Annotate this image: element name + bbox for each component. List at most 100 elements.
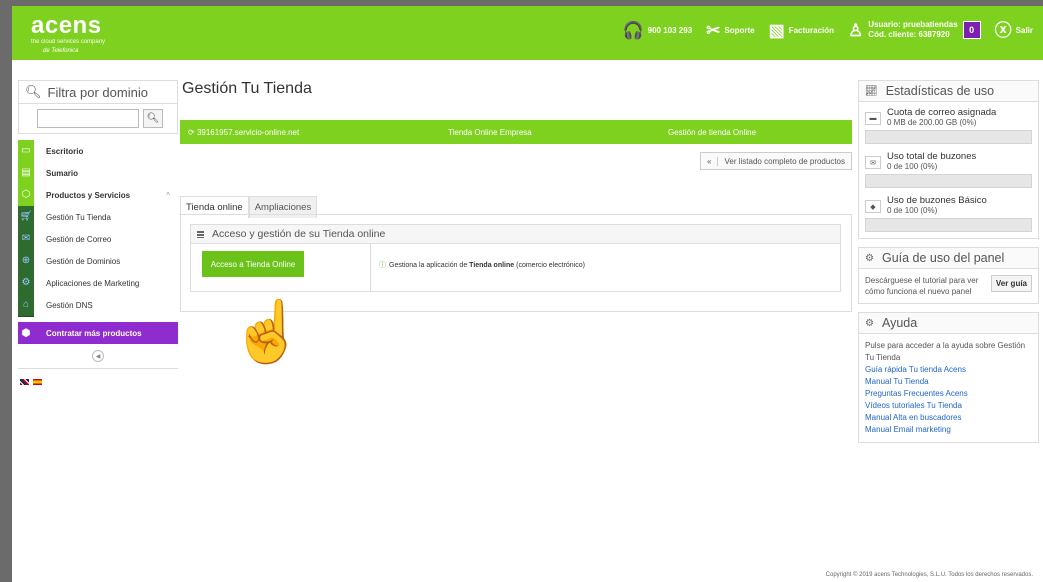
close-circle-icon: ⓧ (994, 20, 1012, 40)
sidebar-item-label: Aplicaciones de Marketing (46, 278, 140, 288)
sidebar-item-label: Gestión de Correo (46, 234, 112, 244)
contract-more-button[interactable]: ⬢ Contratar más productos (18, 322, 178, 344)
client-code: Cód. cliente: 6387920 (868, 30, 950, 39)
collapse-sidebar-button[interactable]: ◀ (92, 350, 104, 362)
stat-item: ✉ Uso total de buzones 0 de 100 (0%) (859, 146, 1038, 171)
panel-title: Acceso y gestión de su Tienda online (212, 228, 386, 240)
sidebar-item-productos[interactable]: ⬡ Productos y Servicios ^ (18, 183, 178, 207)
stat-value: 0 MB de 200.00 GB (0%) (887, 118, 977, 127)
user-icon: ♙ (848, 20, 864, 40)
search-icon: 🔍︎ (25, 84, 42, 99)
help-box: ⚙ Ayuda Pulse para acceder a la ayuda so… (858, 312, 1039, 443)
contract-label: Contratar más productos (46, 328, 142, 338)
chart-icon: 📈︎ (865, 85, 878, 97)
help-header: ⚙ Ayuda (859, 313, 1038, 334)
filter-search-button[interactable]: 🔍︎ (143, 109, 163, 128)
phone-link[interactable]: 🎧 900 103 293 (622, 22, 692, 39)
collapse-row: ◀ (18, 344, 178, 369)
sidebar-item-dns[interactable]: ⌂ Gestión DNS (18, 293, 178, 317)
usage-stats-box: 📈︎ Estadísticas de uso ▬ Cuota de correo… (858, 80, 1039, 239)
billing-label: Facturación (788, 25, 835, 35)
sidebar-item-tienda[interactable]: 🛒︎ Gestión Tu Tienda (18, 205, 178, 229)
sidebar-item-correo[interactable]: ✉ Gestión de Correo (18, 227, 178, 251)
help-link[interactable]: Preguntas Frecuentes Acens (865, 388, 1032, 400)
document-icon: ▤ (18, 161, 34, 185)
stats-header: 📈︎ Estadísticas de uso (859, 81, 1038, 102)
user-name: Usuario: pruebatiendas (868, 20, 958, 29)
list-icon (197, 230, 204, 238)
settings-circle-icon: ⚙ (865, 317, 874, 329)
help-body: Pulse para acceder a la ayuda sobre Gest… (859, 334, 1038, 442)
stat-title: Cuota de correo asignada (887, 107, 997, 118)
page-title: Gestión Tu Tienda (182, 80, 312, 97)
cart-icon: 🛒︎ (18, 205, 34, 229)
logo-tagline: the cloud services company (31, 39, 106, 45)
access-description: ⓘ Gestiona la aplicación de Tienda online… (379, 262, 585, 269)
main-content: Gestión Tu Tienda ⟳ 39161957.servicio-on… (180, 80, 852, 312)
help-link[interactable]: Vídeos tutoriales Tu Tienda (865, 400, 1032, 412)
sidebar-item-sumario[interactable]: ▤ Sumario (18, 161, 178, 185)
search-icon: 🔍︎ (146, 113, 160, 124)
filter-header: 🔍︎ Filtra por dominio (18, 80, 178, 104)
logo-parent: de Telefonica (43, 48, 79, 54)
store-plan: Tienda Online Empresa (448, 127, 532, 137)
cube-icon: ⬡ (18, 183, 34, 207)
panel-header: Acceso y gestión de su Tienda online (190, 224, 841, 244)
stat-title: Uso de buzones Básico (887, 195, 987, 206)
tools-icon: ✂ (706, 20, 721, 40)
logout-label: Salir (1015, 25, 1033, 35)
monitor-icon: ▭ (18, 139, 34, 163)
notification-badge[interactable]: 0 (962, 21, 981, 39)
hexagon-icon: ⬢ (18, 322, 34, 344)
guide-body: Descárguese el tutorial para ver cómo fu… (859, 269, 1038, 303)
tickets-icon: ▧ (768, 20, 785, 40)
info-icon: ⓘ (379, 262, 386, 269)
stat-title: Uso total de buzones (887, 151, 977, 162)
stat-item: ◆ Uso de buzones Básico 0 de 100 (0%) (859, 190, 1038, 215)
hdd-icon: ▬ (865, 112, 881, 125)
stats-title: Estadísticas de uso (885, 84, 995, 98)
acens-logo[interactable]: acens the cloud services company de Tele… (31, 14, 105, 55)
help-link[interactable]: Guía rápida Tu tienda Acens (865, 364, 1032, 376)
sidebar-item-label: Gestión DNS (46, 300, 93, 310)
help-link[interactable]: Manual Email marketing (865, 424, 1032, 436)
access-store-button[interactable]: Acceso a Tienda Online (202, 251, 304, 277)
guide-title: Guía de uso del panel (881, 251, 1005, 265)
store-row[interactable]: ⟳ 39161957.servicio-online.net Tienda On… (180, 120, 852, 144)
english-flag-icon[interactable] (20, 379, 29, 385)
double-chevron-left-icon: « (701, 156, 719, 166)
right-sidebar: 📈︎ Estadísticas de uso ▬ Cuota de correo… (858, 80, 1039, 451)
app-window: acens the cloud services company de Tele… (12, 6, 1043, 582)
store-domain: ⟳ 39161957.servicio-online.net (188, 127, 300, 137)
chevron-up-icon[interactable]: ^ (166, 191, 178, 200)
full-product-list-button[interactable]: « Ver listado completo de productos (700, 152, 852, 170)
stat-value: 0 de 100 (0%) (887, 206, 938, 215)
guide-box: ⚙ Guía de uso del panel Descárguese el t… (858, 247, 1039, 304)
sidebar-item-marketing[interactable]: ⚙ Aplicaciones de Marketing (18, 271, 178, 295)
store-service: Gestión de tienda Online (668, 127, 757, 137)
sidebar-item-label: Sumario (46, 168, 79, 178)
divider (370, 243, 371, 291)
sidebar-item-label: Escritorio (46, 146, 84, 156)
spanish-flag-icon[interactable] (33, 379, 42, 385)
filter-title: Filtra por dominio (47, 84, 148, 100)
logout-button[interactable]: ⓧ Salir (995, 22, 1033, 39)
help-link[interactable]: Manual Tu Tienda (865, 376, 1032, 388)
settings-circle-icon: ⚙ (865, 252, 874, 264)
support-link[interactable]: ✂ Soporte (706, 22, 754, 39)
sidebar-item-label: Gestión Tu Tienda (46, 212, 111, 222)
view-guide-button[interactable]: Ver guía (990, 275, 1032, 292)
help-title: Ayuda (881, 316, 918, 330)
sidebar-item-escritorio[interactable]: ▭ Escritorio (18, 139, 178, 163)
sidebar-item-label: Gestión de Dominios (46, 256, 121, 266)
help-intro: Pulse para acceder a la ayuda sobre Gest… (865, 341, 1026, 362)
refresh-icon: ⟳ (188, 127, 197, 137)
user-info[interactable]: ♙ Usuario: pruebatiendas Cód. cliente: 6… (848, 20, 981, 40)
tag-icon: ◆ (865, 200, 881, 213)
domain-filter-input[interactable] (37, 109, 139, 128)
support-label: Soporte (724, 25, 755, 35)
sidebar-item-dominios[interactable]: ⊕ Gestión de Dominios (18, 249, 178, 273)
billing-link[interactable]: ▧ Facturación (769, 22, 834, 39)
help-link[interactable]: Manual Alta en buscadores (865, 412, 1032, 424)
headset-icon: 🎧 (622, 20, 644, 40)
